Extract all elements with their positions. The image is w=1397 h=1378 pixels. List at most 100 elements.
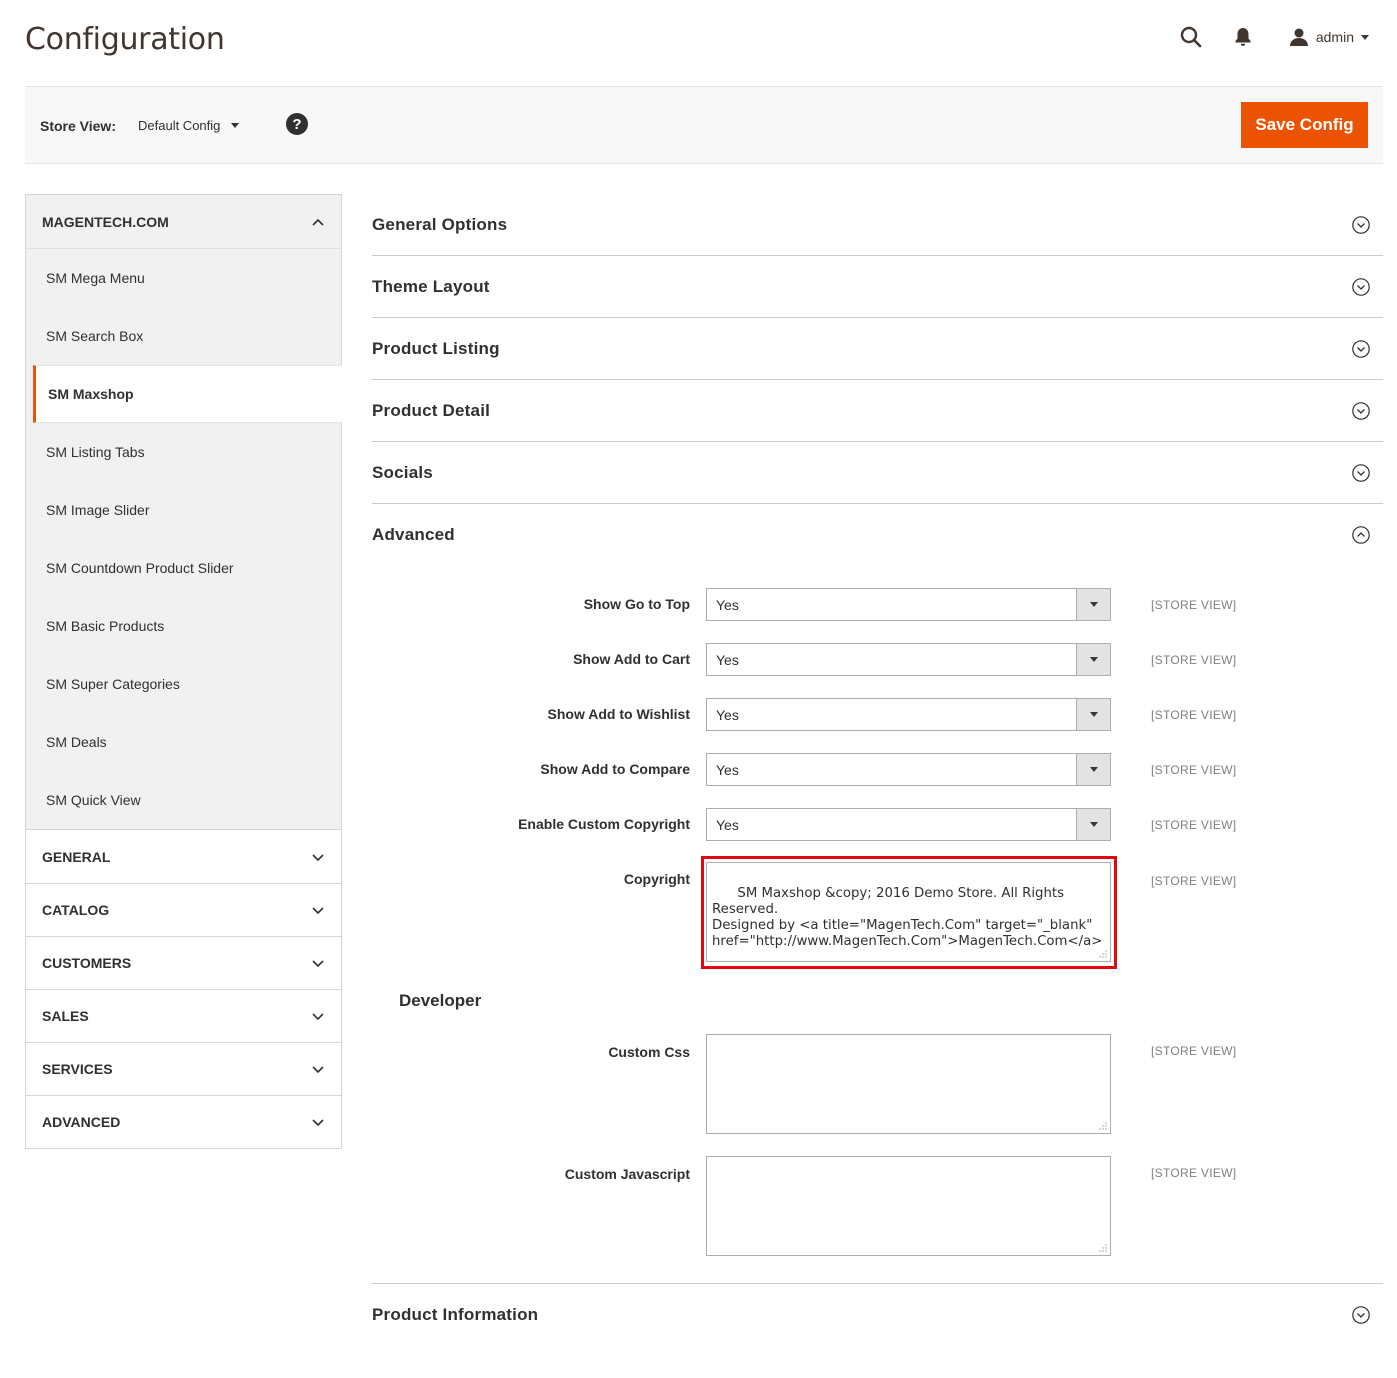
chevron-down-icon: [312, 1066, 324, 1074]
field-label: Show Go to Top: [583, 596, 690, 612]
chevron-circle-down-icon: [1352, 339, 1370, 358]
sidebar-group-services[interactable]: SERVICES: [26, 1042, 341, 1095]
chevron-down-icon: [312, 907, 324, 915]
config-main: General Options Theme Layout Product Lis…: [372, 194, 1383, 1324]
resize-grip-icon[interactable]: [1099, 1244, 1107, 1252]
custom-css-textarea[interactable]: [706, 1034, 1111, 1134]
chevron-down-icon: [312, 1013, 324, 1021]
page-title: Configuration: [25, 22, 225, 57]
store-view-switcher[interactable]: Default Config: [138, 118, 240, 133]
section-product-information[interactable]: Product Information: [372, 1283, 1383, 1345]
sidebar-item-sm-countdown-product-slider[interactable]: SM Countdown Product Slider: [26, 539, 341, 597]
sidebar-group-general[interactable]: GENERAL: [26, 830, 341, 883]
section-product-detail[interactable]: Product Detail: [372, 380, 1383, 442]
scope-label: [STORE VIEW]: [1151, 1166, 1237, 1180]
field-label: Enable Custom Copyright: [518, 816, 690, 832]
field-label: Show Add to Cart: [573, 651, 690, 667]
copyright-textarea[interactable]: SM Maxshop &copy; 2016 Demo Store. All R…: [706, 862, 1111, 962]
chevron-up-icon: [312, 218, 324, 226]
scope-label: [STORE VIEW]: [1151, 874, 1237, 888]
custom-javascript-textarea[interactable]: [706, 1156, 1111, 1256]
sidebar-item-sm-image-slider[interactable]: SM Image Slider: [26, 481, 341, 539]
resize-grip-icon[interactable]: [1099, 1122, 1107, 1130]
store-view-value: Default Config: [138, 118, 221, 133]
config-sidebar: MAGENTECH.COM SM Mega Menu SM Search Box…: [25, 194, 342, 1149]
sidebar-item-sm-deals[interactable]: SM Deals: [26, 713, 341, 771]
select-enable-custom-copyright[interactable]: Yes: [706, 808, 1111, 841]
section-general-options[interactable]: General Options: [372, 194, 1383, 256]
sidebar-item-sm-super-categories[interactable]: SM Super Categories: [26, 655, 341, 713]
sidebar-group-header[interactable]: MAGENTECH.COM: [26, 195, 341, 249]
section-theme-layout[interactable]: Theme Layout: [372, 256, 1383, 318]
sidebar-item-sm-basic-products[interactable]: SM Basic Products: [26, 597, 341, 655]
select-show-add-to-wishlist[interactable]: Yes: [706, 698, 1111, 731]
chevron-down-icon: [1089, 712, 1098, 717]
select-value: Yes: [716, 651, 739, 668]
section-advanced[interactable]: Advanced: [372, 504, 1383, 566]
chevron-down-icon: [1089, 767, 1098, 772]
select-toggle: [1076, 809, 1110, 840]
sidebar-group-label: CATALOG: [42, 902, 110, 918]
select-value: Yes: [716, 761, 739, 778]
header-actions: admin: [1178, 24, 1369, 50]
sidebar-group-sales[interactable]: SALES: [26, 989, 341, 1042]
sidebar-item-sm-listing-tabs[interactable]: SM Listing Tabs: [26, 423, 341, 481]
sidebar-group-label: CUSTOMERS: [42, 955, 132, 971]
sidebar-group-label: ADVANCED: [42, 1114, 121, 1130]
chevron-down-icon: [312, 960, 324, 968]
scope-label: [STORE VIEW]: [1151, 1044, 1237, 1058]
section-title: Socials: [372, 462, 433, 482]
chevron-circle-down-icon: [1352, 277, 1370, 296]
select-value: Yes: [716, 596, 739, 613]
chevron-circle-down-icon: [1352, 215, 1370, 234]
sidebar-group-label: SALES: [42, 1008, 89, 1024]
developer-subsection-title: Developer: [399, 991, 482, 1010]
chevron-circle-down-icon: [1352, 401, 1370, 420]
help-icon[interactable]: ?: [286, 113, 308, 135]
sidebar-item-sm-maxshop[interactable]: SM Maxshop: [33, 365, 342, 423]
sidebar-group-catalog[interactable]: CATALOG: [26, 883, 341, 936]
section-title: Product Information: [372, 1304, 539, 1324]
section-product-listing[interactable]: Product Listing: [372, 318, 1383, 380]
field-label: Custom Css: [608, 1044, 690, 1060]
scope-label: [STORE VIEW]: [1151, 598, 1237, 612]
sidebar-group-advanced[interactable]: ADVANCED: [26, 1095, 341, 1148]
field-label: Custom Javascript: [564, 1166, 690, 1182]
field-label: Copyright: [623, 871, 690, 887]
select-show-go-to-top[interactable]: Yes: [706, 588, 1111, 621]
select-toggle: [1076, 644, 1110, 675]
chevron-down-icon: [1089, 602, 1098, 607]
section-title: Theme Layout: [372, 276, 490, 296]
section-socials[interactable]: Socials: [372, 442, 1383, 504]
user-menu[interactable]: admin: [1286, 24, 1369, 50]
section-title: Product Detail: [372, 400, 491, 420]
chevron-circle-up-icon: [1352, 526, 1370, 544]
chevron-down-icon: [312, 853, 324, 861]
sidebar-collapsed-groups: GENERAL CATALOG CUSTOMERS SALES SERVICES…: [25, 830, 342, 1149]
search-icon[interactable]: [1178, 24, 1204, 50]
sidebar-item-sm-quick-view[interactable]: SM Quick View: [26, 771, 341, 829]
chevron-down-icon: [312, 1119, 324, 1127]
chevron-down-icon: [1089, 822, 1098, 827]
select-toggle: [1076, 589, 1110, 620]
sidebar-item-sm-search-box[interactable]: SM Search Box: [26, 307, 341, 365]
save-config-button[interactable]: Save Config: [1241, 102, 1368, 148]
chevron-circle-down-icon: [1352, 1305, 1370, 1324]
scope-label: [STORE VIEW]: [1151, 708, 1237, 722]
select-toggle: [1076, 754, 1110, 785]
select-show-add-to-compare[interactable]: Yes: [706, 753, 1111, 786]
select-show-add-to-cart[interactable]: Yes: [706, 643, 1111, 676]
scope-label: [STORE VIEW]: [1151, 653, 1237, 667]
sidebar-group-customers[interactable]: CUSTOMERS: [26, 936, 341, 989]
field-label: Show Add to Wishlist: [547, 706, 690, 722]
chevron-down-icon: [1361, 34, 1369, 40]
resize-grip-icon[interactable]: [1099, 950, 1107, 958]
user-name: admin: [1315, 29, 1354, 45]
bell-icon[interactable]: [1230, 24, 1256, 50]
sidebar-group-label: GENERAL: [42, 848, 111, 865]
sidebar-item-sm-mega-menu[interactable]: SM Mega Menu: [26, 249, 341, 307]
field-label: Show Add to Compare: [540, 761, 690, 777]
sidebar-group-magentech: MAGENTECH.COM SM Mega Menu SM Search Box…: [25, 194, 342, 830]
section-title: Advanced: [372, 525, 455, 544]
sidebar-group-label: MAGENTECH.COM: [42, 213, 169, 230]
